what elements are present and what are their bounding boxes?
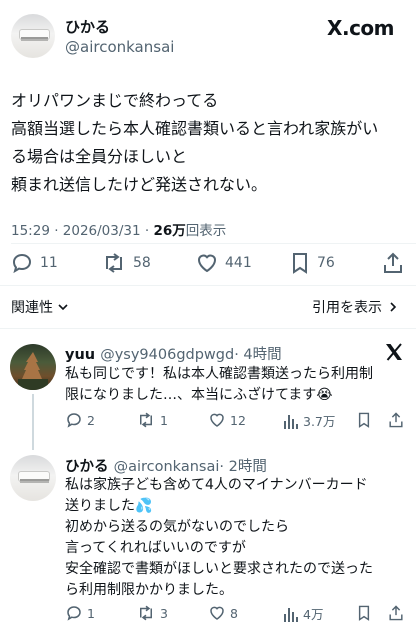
reply-author-name[interactable]: ひかる (65, 459, 109, 475)
reply-icon (67, 606, 81, 621)
repost-button[interactable]: 1 (136, 411, 168, 429)
divider (11, 243, 416, 244)
view-label: 回表示 (185, 223, 227, 239)
author-handle[interactable]: @airconkansai (65, 38, 174, 56)
post-line: 頼まれ送信したけど発送されない。 (11, 175, 268, 194)
quotes-label: 引用を表示 (312, 300, 382, 316)
reply-line: 初めから送るの気がないのでしたら (65, 519, 289, 535)
bookmark-button[interactable] (356, 604, 372, 622)
reply-line: 限になりました…、本当にふざけてます😭 (65, 387, 333, 403)
reply-line: ら利用制限かかりました。 (65, 582, 233, 598)
heart-icon (197, 254, 217, 273)
view-count: 3.7万 (303, 414, 336, 429)
bookmark-icon (358, 605, 370, 621)
chevron-down-icon (58, 304, 68, 311)
post-timestamp[interactable]: 15:29 · 2026/03/31 · (11, 223, 153, 239)
repost-icon (106, 253, 122, 273)
reply-line: 送りました💦 (65, 498, 153, 514)
reply-text: 私も同じです！私は本人確認書類送ったら利用制 限になりました…、本当にふざけてま… (65, 364, 410, 406)
share-button[interactable] (388, 604, 404, 622)
reply-icon (67, 413, 81, 428)
brand-logo: X.com (327, 16, 394, 40)
reply-text: 私は家族子ども含めて4人のマイナンバーカード 送りました💦 初めから送るの気がな… (65, 475, 410, 601)
sort-label: 関連性 (11, 300, 53, 316)
heart-icon (210, 606, 224, 620)
reply-line: 私は家族子ども含めて4人のマイナンバーカード (65, 477, 368, 493)
author-name[interactable]: ひかる (65, 16, 110, 37)
x-logo-icon (384, 342, 404, 366)
like-button[interactable]: 441 (195, 251, 252, 275)
reply-avatar[interactable] (10, 455, 56, 501)
repost-count: 58 (133, 255, 151, 271)
views-button[interactable]: 4万 (283, 604, 323, 623)
share-button[interactable] (382, 251, 404, 275)
reply-line: 言ってくれればいいのですが (65, 540, 246, 556)
reply-time[interactable]: · 4時間 (234, 347, 281, 363)
repost-count: 3 (160, 605, 168, 621)
reply-count: 2 (87, 412, 95, 428)
post-text: オリパワンまじで終わってる 高額当選したら本人確認書類いると言われ家族がい る場… (11, 87, 411, 199)
repost-button[interactable]: 58 (101, 251, 151, 275)
repost-button[interactable]: 3 (136, 604, 168, 622)
divider (0, 328, 416, 329)
like-button[interactable]: 12 (208, 411, 246, 429)
post-line: 高額当選したら本人確認書類いると言われ家族がい (11, 119, 379, 138)
bookmark-icon (358, 412, 370, 428)
bookmark-count: 76 (317, 255, 335, 271)
reply-line: 私も同じです！私は本人確認書類送ったら利用制 (65, 366, 373, 382)
reply-author-name[interactable]: yuu (65, 347, 95, 363)
reply-button[interactable]: 1 (65, 604, 95, 622)
reply-button[interactable]: 11 (10, 251, 58, 275)
view-count: 26万 (153, 223, 186, 239)
quotes-link[interactable]: 引用を表示 (312, 297, 398, 317)
bookmark-button[interactable]: 76 (289, 251, 335, 275)
share-icon (389, 605, 403, 621)
reply-avatar[interactable] (10, 344, 56, 390)
reply-header: ひかる @airconkansai· 2時間 (65, 455, 267, 476)
repost-count: 1 (160, 412, 168, 428)
post-line: オリパワンまじで終わってる (11, 91, 219, 110)
reply-count: 11 (40, 255, 58, 271)
reply-time[interactable]: · 2時間 (219, 459, 266, 475)
repost-icon (140, 412, 152, 428)
thread-connector (32, 394, 34, 450)
author-avatar[interactable] (11, 14, 55, 58)
heart-icon (210, 413, 224, 427)
like-count: 441 (225, 255, 252, 271)
reply-author-handle[interactable]: @airconkansai (114, 459, 220, 475)
bookmark-icon (293, 253, 307, 274)
like-button[interactable]: 8 (208, 604, 238, 622)
post-line: る場合は全員分ほしいと (11, 147, 188, 166)
analytics-icon (284, 607, 298, 622)
like-count: 12 (230, 412, 246, 428)
chevron-right-icon (390, 302, 397, 312)
sort-dropdown[interactable]: 関連性 (11, 297, 69, 317)
post-meta: 15:29 · 2026/03/31 · 26万回表示 (11, 219, 226, 239)
reply-author-handle[interactable]: @ysy9406gdpwgd (100, 347, 234, 363)
divider (0, 285, 416, 286)
share-icon (384, 252, 402, 273)
like-count: 8 (230, 605, 238, 621)
reply-button[interactable]: 2 (65, 411, 95, 429)
views-button[interactable]: 3.7万 (283, 411, 335, 430)
reply-line: 安全確認で書類がほしいと要求されたので送った (65, 561, 373, 577)
reply-icon (12, 253, 32, 274)
view-count: 4万 (303, 607, 324, 622)
share-button[interactable] (388, 411, 404, 429)
analytics-icon (284, 414, 298, 429)
share-icon (389, 412, 403, 428)
reply-header: yuu @ysy9406gdpwgd· 4時間 (65, 343, 282, 364)
reply-count: 1 (87, 605, 95, 621)
repost-icon (140, 605, 152, 621)
bookmark-button[interactable] (356, 411, 372, 429)
